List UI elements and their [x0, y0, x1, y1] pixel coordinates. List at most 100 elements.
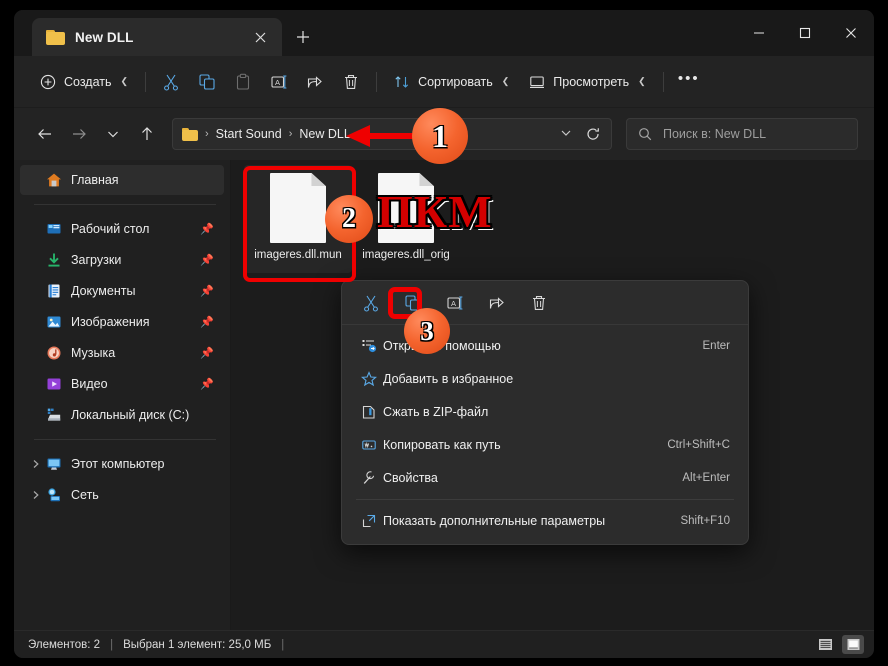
zip-icon [361, 404, 383, 420]
new-button-label: Создать [64, 74, 112, 89]
share-button[interactable] [297, 66, 333, 98]
recent-locations-button[interactable] [98, 119, 128, 149]
paste-button[interactable] [225, 66, 261, 98]
context-rename-button[interactable]: A [438, 288, 472, 318]
sidebar-item-music[interactable]: Музыка 📌 [20, 338, 224, 368]
chevron-right-icon[interactable] [28, 459, 44, 469]
close-button[interactable] [828, 10, 874, 56]
forward-button[interactable] [64, 119, 94, 149]
pin-icon[interactable]: 📌 [200, 285, 214, 298]
divider [376, 71, 378, 92]
annotation-pkm-label: ПКМ [377, 186, 493, 237]
chevron-right-icon[interactable] [28, 490, 44, 500]
breadcrumb-separator: › [205, 128, 209, 140]
view-button-label: Просмотреть [553, 74, 630, 89]
sidebar-item-downloads[interactable]: Загрузки 📌 [20, 245, 224, 275]
sidebar-label: Рабочий стол [71, 222, 150, 236]
context-item-shortcut: Ctrl+Shift+C [667, 439, 730, 451]
tab-new-dll[interactable]: New DLL [32, 18, 282, 56]
delete-button[interactable] [333, 66, 369, 98]
annotation-badge-2: 2 [325, 195, 373, 243]
desktop-icon [44, 221, 64, 237]
pin-icon[interactable]: 📌 [200, 223, 214, 236]
new-button[interactable]: Создать ❮ [30, 66, 138, 98]
list-view-icon[interactable] [814, 635, 836, 654]
status-items-count: Элементов: 2 [28, 638, 101, 651]
search-placeholder: Поиск в: New DLL [663, 127, 767, 141]
status-selection: Выбран 1 элемент: 25,0 МБ [123, 638, 272, 651]
pictures-icon [44, 314, 64, 330]
pin-icon[interactable]: 📌 [200, 254, 214, 267]
more-options-button[interactable]: ••• [671, 66, 707, 98]
context-item-copy-as-path[interactable]: Копировать как путь Ctrl+Shift+C [346, 429, 744, 461]
context-delete-button[interactable] [522, 288, 556, 318]
sidebar-label: Видео [71, 377, 108, 391]
context-cut-button[interactable] [354, 288, 388, 318]
back-button[interactable] [30, 119, 60, 149]
drive-icon [44, 407, 64, 423]
window-controls [736, 10, 874, 56]
chevron-down-icon: ❮ [638, 76, 646, 86]
sidebar-item-home[interactable]: Главная [20, 165, 224, 195]
sidebar-item-desktop[interactable]: Рабочий стол 📌 [20, 214, 224, 244]
maximize-button[interactable] [782, 10, 828, 56]
open-with-icon [361, 338, 383, 354]
search-input[interactable]: Поиск в: New DLL [626, 118, 858, 150]
sidebar-label: Загрузки [71, 253, 122, 267]
context-item-show-more-options[interactable]: Показать дополнительные параметры Shift+… [346, 505, 744, 537]
context-item-properties[interactable]: Свойства Alt+Enter [346, 462, 744, 494]
cut-button[interactable] [153, 66, 189, 98]
context-item-label: Свойства [383, 471, 438, 485]
sidebar-label: Документы [71, 284, 136, 298]
sidebar-item-local-disk-c[interactable]: Локальный диск (C:) [20, 400, 224, 430]
context-item-label: Сжать в ZIP-файл [383, 405, 489, 419]
pin-icon[interactable]: 📌 [200, 347, 214, 360]
sidebar-item-this-pc[interactable]: Этот компьютер [20, 449, 224, 479]
sidebar-label: Главная [71, 173, 119, 187]
copy-path-icon [361, 437, 383, 453]
copy-button[interactable] [189, 66, 225, 98]
more-options-label: ••• [677, 70, 700, 87]
home-icon [44, 172, 64, 188]
chevron-down-icon: ❮ [501, 76, 510, 86]
context-item-add-favorites[interactable]: Добавить в избранное [346, 363, 744, 395]
pin-icon[interactable]: 📌 [200, 316, 214, 329]
sidebar-item-documents[interactable]: Документы 📌 [20, 276, 224, 306]
divider [662, 71, 664, 92]
folder-icon [46, 29, 65, 45]
large-icons-view-icon[interactable] [842, 635, 864, 654]
folder-icon [182, 127, 198, 141]
up-button[interactable] [132, 119, 162, 149]
context-item-compress-zip[interactable]: Сжать в ZIP-файл [346, 396, 744, 428]
chevron-down-icon: ❮ [120, 76, 129, 86]
rename-button[interactable]: A [261, 66, 297, 98]
music-icon [44, 345, 64, 361]
context-item-label: Показать дополнительные параметры [383, 514, 606, 528]
sort-button[interactable]: Сортировать ❮ [384, 66, 519, 98]
sidebar-item-network[interactable]: Сеть [20, 480, 224, 510]
sidebar-label: Изображения [71, 315, 150, 329]
sidebar-item-videos[interactable]: Видео 📌 [20, 369, 224, 399]
wrench-icon [361, 470, 383, 486]
context-item-label: Добавить в избранное [383, 372, 514, 386]
minimize-button[interactable] [736, 10, 782, 56]
breadcrumb-start-sound[interactable]: Start Sound [216, 127, 282, 141]
refresh-icon[interactable] [581, 127, 605, 141]
more-options-icon [361, 513, 383, 529]
new-tab-button[interactable] [289, 23, 317, 51]
star-icon [361, 371, 383, 387]
search-icon [639, 128, 652, 141]
navigation-pane: Главная Рабочий стол 📌 Загрузки 📌 Докуме… [14, 160, 231, 630]
sidebar-label: Сеть [71, 488, 99, 502]
chevron-down-icon[interactable] [551, 127, 581, 142]
close-icon[interactable] [250, 27, 270, 47]
context-share-button[interactable] [480, 288, 514, 318]
screenshot-root: New DLL Создать ❮ A Сортировать ❮ Просмо… [0, 0, 888, 666]
context-item-shortcut: Enter [702, 340, 731, 352]
sidebar-item-pictures[interactable]: Изображения 📌 [20, 307, 224, 337]
sidebar-label: Локальный диск (C:) [71, 408, 190, 422]
context-item-shortcut: Shift+F10 [680, 515, 730, 527]
view-button[interactable]: Просмотреть ❮ [519, 66, 655, 98]
context-item-shortcut: Alt+Enter [682, 472, 730, 484]
pin-icon[interactable]: 📌 [200, 378, 214, 391]
